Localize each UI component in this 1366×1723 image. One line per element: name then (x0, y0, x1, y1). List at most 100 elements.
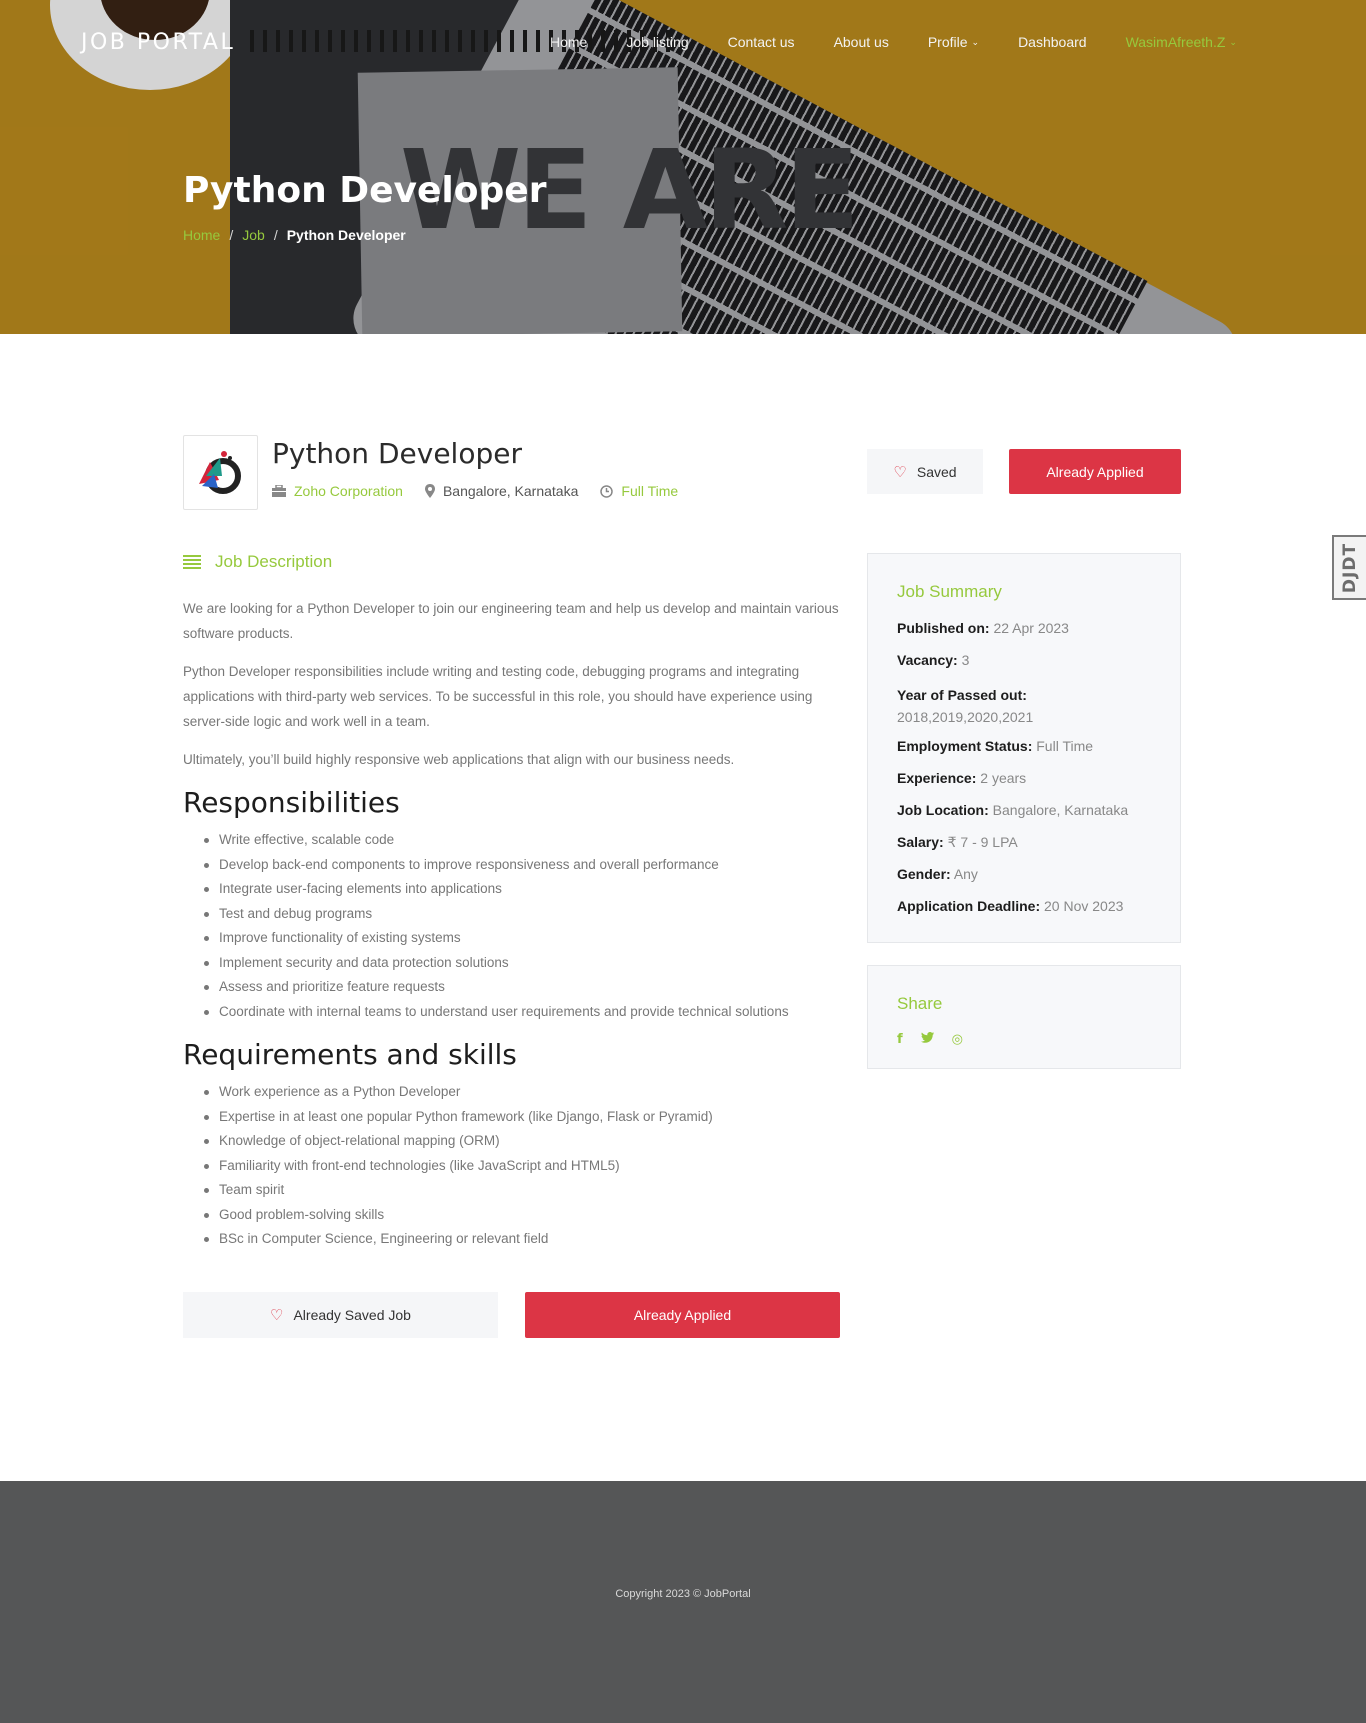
saved-label: Saved (916, 463, 957, 480)
summary-row: Gender: Any (897, 866, 1167, 898)
job-company: Zoho Corporation (272, 483, 403, 499)
summary-value: ₹ 7 - 9 LPA (947, 834, 1018, 850)
nav-profile-label: Profile (927, 34, 968, 50)
saved-job-label: Already Saved Job (293, 1307, 411, 1323)
list-item: Knowledge of object-relational mapping (… (204, 1129, 713, 1154)
nav-profile[interactable]: Profile ⌄ (928, 34, 979, 50)
summary-label: Salary: (897, 834, 944, 850)
hero-title: Python Developer (183, 170, 547, 211)
breadcrumb-current: Python Developer (286, 227, 406, 243)
summary-row: Application Deadline: 20 Nov 2023 (897, 898, 1167, 930)
summary-label: Job Location: (897, 802, 989, 818)
twitter-icon[interactable] (920, 1032, 934, 1047)
description-paragraph: We are looking for a Python Developer to… (183, 601, 839, 641)
summary-value: 22 Apr 2023 (993, 620, 1069, 636)
job-description-title: Job Description (215, 552, 333, 571)
nav-contact-us[interactable]: Contact us (728, 34, 795, 50)
hero-banner: WE ARE JOB PORTAL Home Job listing Conta… (0, 0, 1366, 334)
company-logo (183, 435, 258, 510)
summary-label: Application Deadline: (897, 898, 1041, 914)
breadcrumb: Home / Job / Python Developer (183, 227, 406, 243)
job-location: Bangalore, Karnataka (424, 483, 579, 499)
summary-row: Experience: 2 years (897, 770, 1167, 802)
job-meta: Zoho Corporation Bangalore, Karnataka Fu… (272, 483, 678, 499)
summary-value: 2 years (980, 770, 1027, 786)
list-item: Test and debug programs (204, 902, 789, 927)
nav-menu: Home Job listing Contact us About us Pro… (550, 34, 1237, 50)
summary-label: Employment Status: (897, 738, 1033, 754)
summary-row: Job Location: Bangalore, Karnataka (897, 802, 1167, 834)
summary-value: Bangalore, Karnataka (992, 802, 1129, 818)
already-applied-bottom-button[interactable]: Already Applied (525, 1292, 840, 1338)
company-name[interactable]: Zoho Corporation (294, 483, 403, 499)
nav-dashboard[interactable]: Dashboard (1018, 34, 1087, 50)
nav-user-menu[interactable]: WasimAfreeth.Z ⌄ (1126, 34, 1237, 50)
breadcrumb-separator: / (273, 227, 278, 243)
nav-user-label: WasimAfreeth.Z (1125, 34, 1226, 50)
description-paragraph: Python Developer responsibilities includ… (183, 664, 813, 729)
list-item: Expertise in at least one popular Python… (204, 1105, 713, 1130)
briefcase-icon (272, 485, 286, 497)
summary-label: Vacancy: (897, 652, 958, 668)
heart-icon: ♡ (893, 463, 907, 481)
list-item: Improve functionality of existing system… (204, 926, 789, 951)
footer: Copyright 2023 © JobPortal (0, 1481, 1366, 1723)
job-type: Full Time (600, 483, 678, 499)
job-summary-list: Published on: 22 Apr 2023 Vacancy: 3 Yea… (897, 620, 1167, 930)
brand-logo[interactable]: JOB PORTAL (81, 30, 235, 55)
debug-toolbar-label: DJDT (1340, 542, 1360, 593)
nav-job-listing[interactable]: Job listing (626, 34, 688, 50)
summary-value: 20 Nov 2023 (1044, 898, 1124, 914)
summary-label: Published on: (897, 620, 990, 636)
nav-about-us[interactable]: About us (834, 34, 889, 50)
summary-label: Year of Passed out: (897, 687, 1027, 703)
requirements-heading: Requirements and skills (183, 1038, 517, 1071)
summary-value: Any (953, 866, 978, 882)
chevron-down-icon: ⌄ (1229, 36, 1237, 47)
list-item: Develop back-end components to improve r… (204, 853, 789, 878)
instagram-icon[interactable]: ◎ (952, 1032, 963, 1047)
already-applied-button[interactable]: Already Applied (1009, 449, 1181, 494)
summary-label: Gender: (897, 866, 951, 882)
top-nav: JOB PORTAL Home Job listing Contact us A… (0, 0, 1366, 86)
share-title: Share (897, 994, 943, 1013)
summary-value: Full Time (1036, 738, 1094, 754)
list-item: Implement security and data protection s… (204, 951, 789, 976)
debug-toolbar-toggle[interactable]: DJDT (1332, 535, 1366, 600)
job-description-heading: Job Description (183, 552, 332, 572)
saved-button[interactable]: ♡ Saved (867, 449, 983, 494)
requirements-list: Work experience as a Python Developer Ex… (204, 1080, 713, 1252)
company-logo-icon (199, 451, 241, 494)
job-summary-card: Job Summary Published on: 22 Apr 2023 Va… (867, 553, 1181, 943)
chevron-down-icon: ⌄ (971, 36, 980, 47)
list-item: Work experience as a Python Developer (204, 1080, 713, 1105)
description-paragraph: Ultimately, you’ll build highly responsi… (183, 752, 735, 767)
share-card: Share f ◎ (867, 965, 1181, 1069)
responsibilities-list: Write effective, scalable code Develop b… (204, 828, 789, 1025)
job-type-text: Full Time (621, 483, 679, 499)
list-item: Team spirit (204, 1178, 713, 1203)
list-item: Write effective, scalable code (204, 828, 789, 853)
responsibilities-heading: Responsibilities (183, 786, 400, 819)
job-summary-title: Job Summary (897, 582, 1002, 601)
summary-row: Vacancy: 3 (897, 652, 1167, 684)
nav-home[interactable]: Home (550, 34, 587, 50)
copyright-text: Copyright 2023 © JobPortal (615, 1588, 751, 1600)
already-saved-job-button[interactable]: ♡ Already Saved Job (183, 1292, 498, 1338)
summary-row: Published on: 22 Apr 2023 (897, 620, 1167, 652)
list-item: Coordinate with internal teams to unders… (204, 1000, 789, 1025)
job-title: Python Developer (272, 437, 522, 470)
list-item: Familiarity with front-end technologies … (204, 1154, 713, 1179)
breadcrumb-home[interactable]: Home (183, 227, 220, 243)
summary-label: Experience: (897, 770, 977, 786)
summary-value: 3 (961, 652, 970, 668)
summary-value: 2018,2019,2020,2021 (897, 709, 1034, 725)
list-item: BSc in Computer Science, Engineering or … (204, 1227, 713, 1252)
breadcrumb-job[interactable]: Job (242, 227, 265, 243)
facebook-icon[interactable]: f (897, 1032, 903, 1047)
heart-icon: ♡ (270, 1307, 284, 1324)
list-item: Good problem-solving skills (204, 1203, 713, 1228)
breadcrumb-separator: / (229, 227, 234, 243)
list-item: Assess and prioritize feature requests (204, 975, 789, 1000)
location-text: Bangalore, Karnataka (442, 483, 579, 499)
